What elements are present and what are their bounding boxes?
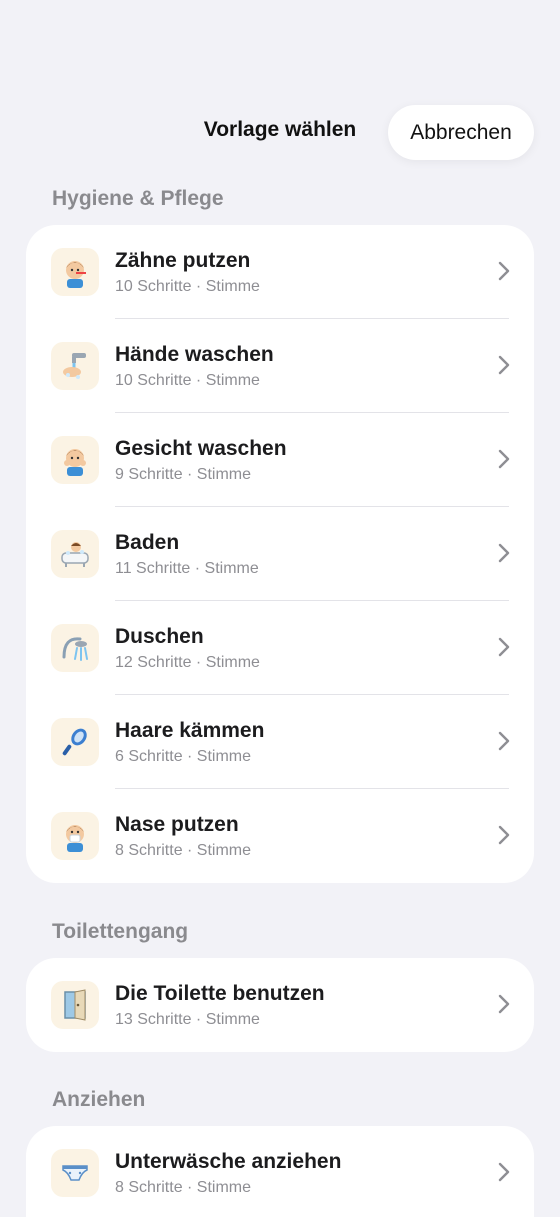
template-title: Nase putzen bbox=[115, 813, 239, 836]
template-subtitle: 10 Schritte · Stimme bbox=[115, 372, 260, 389]
hairbrush-icon bbox=[51, 718, 99, 766]
page-title: Vorlage wählen bbox=[203, 118, 357, 141]
template-title: Baden bbox=[115, 531, 180, 554]
chevron-right-icon bbox=[498, 449, 510, 469]
toilet-door-icon bbox=[51, 981, 99, 1029]
template-row-unterwaesche-anziehen[interactable]: Unterwäsche anziehen 8 Schritte · Stimme bbox=[26, 1126, 534, 1217]
faucet-hands-icon bbox=[51, 342, 99, 390]
chevron-right-icon bbox=[498, 994, 510, 1014]
template-row-duschen[interactable]: Duschen 12 Schritte · Stimme bbox=[26, 601, 534, 695]
chevron-right-icon bbox=[498, 825, 510, 845]
template-row-haende-waschen[interactable]: Hände waschen 10 Schritte · Stimme bbox=[26, 319, 534, 413]
template-title: Unterwäsche anziehen bbox=[115, 1150, 342, 1173]
template-row-toilette-benutzen[interactable]: Die Toilette benutzen 13 Schritte · Stim… bbox=[26, 958, 534, 1052]
shower-head-icon bbox=[51, 624, 99, 672]
chevron-right-icon bbox=[498, 731, 510, 751]
template-row-gesicht-waschen[interactable]: Gesicht waschen 9 Schritte · Stimme bbox=[26, 413, 534, 507]
section-header-hygiene: Hygiene & Pflege bbox=[52, 187, 224, 210]
underwear-icon bbox=[51, 1149, 99, 1197]
template-title: Gesicht waschen bbox=[115, 437, 287, 460]
chevron-right-icon bbox=[498, 355, 510, 375]
chevron-right-icon bbox=[498, 1162, 510, 1182]
child-washing-face-icon bbox=[51, 436, 99, 484]
template-title: Zähne putzen bbox=[115, 249, 251, 272]
section-card-toilettengang: Die Toilette benutzen 13 Schritte · Stim… bbox=[26, 958, 534, 1052]
template-row-zaehne-putzen[interactable]: Zähne putzen 10 Schritte · Stimme bbox=[26, 225, 534, 319]
template-subtitle: 11 Schritte · Stimme bbox=[115, 560, 259, 577]
template-row-nase-putzen[interactable]: Nase putzen 8 Schritte · Stimme bbox=[26, 789, 534, 883]
template-subtitle: 12 Schritte · Stimme bbox=[115, 654, 260, 671]
template-subtitle: 8 Schritte · Stimme bbox=[115, 842, 252, 859]
cancel-button[interactable]: Abbrechen bbox=[388, 105, 534, 160]
section-card-hygiene: Zähne putzen 10 Schritte · Stimme Hände … bbox=[26, 225, 534, 883]
template-subtitle: 10 Schritte · Stimme bbox=[115, 278, 260, 295]
template-subtitle: 13 Schritte · Stimme bbox=[115, 1011, 260, 1028]
child-blowing-nose-icon bbox=[51, 812, 99, 860]
section-header-toilettengang: Toilettengang bbox=[52, 920, 189, 943]
template-subtitle: 8 Schritte · Stimme bbox=[115, 1179, 252, 1196]
bathtub-icon bbox=[51, 530, 99, 578]
child-brushing-teeth-icon bbox=[51, 248, 99, 296]
section-header-anziehen: Anziehen bbox=[52, 1088, 146, 1111]
section-card-anziehen: Unterwäsche anziehen 8 Schritte · Stimme bbox=[26, 1126, 534, 1217]
template-row-baden[interactable]: Baden 11 Schritte · Stimme bbox=[26, 507, 534, 601]
template-title: Duschen bbox=[115, 625, 204, 648]
template-subtitle: 6 Schritte · Stimme bbox=[115, 748, 252, 765]
chevron-right-icon bbox=[498, 543, 510, 563]
template-subtitle: 9 Schritte · Stimme bbox=[115, 466, 252, 483]
template-title: Die Toilette benutzen bbox=[115, 982, 325, 1005]
chevron-right-icon bbox=[498, 637, 510, 657]
template-picker-screen: Vorlage wählen Abbrechen Hygiene & Pfleg… bbox=[0, 0, 560, 1217]
template-title: Hände waschen bbox=[115, 343, 274, 366]
chevron-right-icon bbox=[498, 261, 510, 281]
template-title: Haare kämmen bbox=[115, 719, 265, 742]
template-row-haare-kaemmen[interactable]: Haare kämmen 6 Schritte · Stimme bbox=[26, 695, 534, 789]
